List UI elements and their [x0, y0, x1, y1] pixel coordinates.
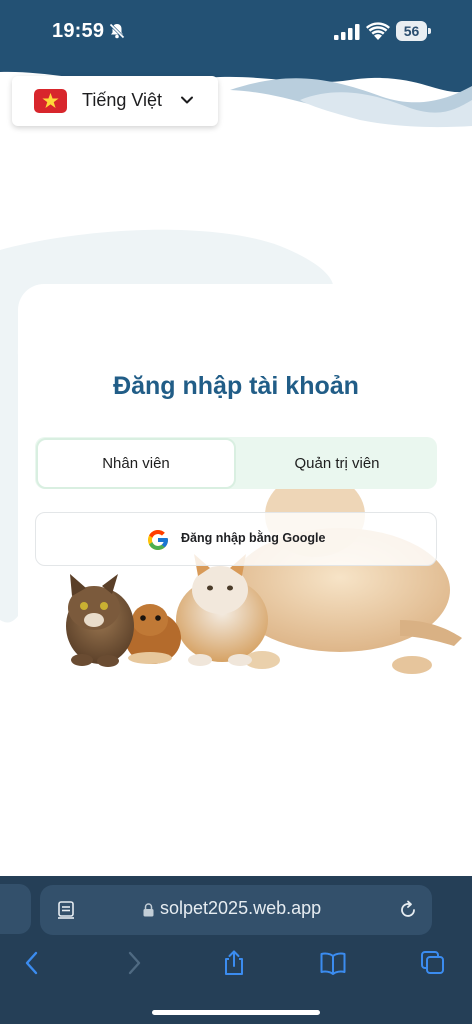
google-login-button[interactable]: Đăng nhập bằng Google — [35, 512, 437, 566]
battery-level: 56 — [403, 23, 420, 39]
url-text[interactable]: solpet2025.web.app — [160, 898, 321, 919]
tab-admin[interactable]: Quản trị viên — [238, 438, 436, 489]
language-selector[interactable]: Tiếng Việt — [12, 76, 218, 126]
login-title: Đăng nhập tài khoản — [113, 372, 359, 400]
battery-icon: 56 — [396, 21, 432, 41]
status-bar: 19:59 56 — [0, 0, 472, 64]
forward-arrow-icon[interactable] — [122, 950, 148, 976]
previous-tab-preview[interactable] — [0, 884, 31, 934]
cellular-signal-icon — [334, 24, 360, 40]
lock-icon — [143, 903, 154, 917]
tab-staff[interactable]: Nhân viên — [36, 438, 236, 489]
reload-icon[interactable] — [398, 900, 418, 920]
bell-slash-icon — [109, 23, 125, 39]
wifi-icon — [366, 22, 390, 40]
reader-mode-icon[interactable] — [57, 900, 77, 920]
google-icon — [148, 530, 168, 550]
back-arrow-icon[interactable] — [20, 950, 46, 976]
bookmarks-icon[interactable] — [320, 950, 346, 976]
language-label: Tiếng Việt — [82, 90, 163, 110]
chevron-down-icon — [181, 96, 193, 104]
tabs-icon[interactable] — [420, 950, 446, 976]
vietnam-flag-icon — [34, 89, 67, 113]
google-login-label: Đăng nhập bằng Google — [181, 531, 326, 545]
home-indicator — [152, 1010, 320, 1015]
status-time: 19:59 — [52, 20, 105, 42]
share-icon[interactable] — [221, 950, 247, 976]
pets-illustration — [66, 473, 462, 674]
